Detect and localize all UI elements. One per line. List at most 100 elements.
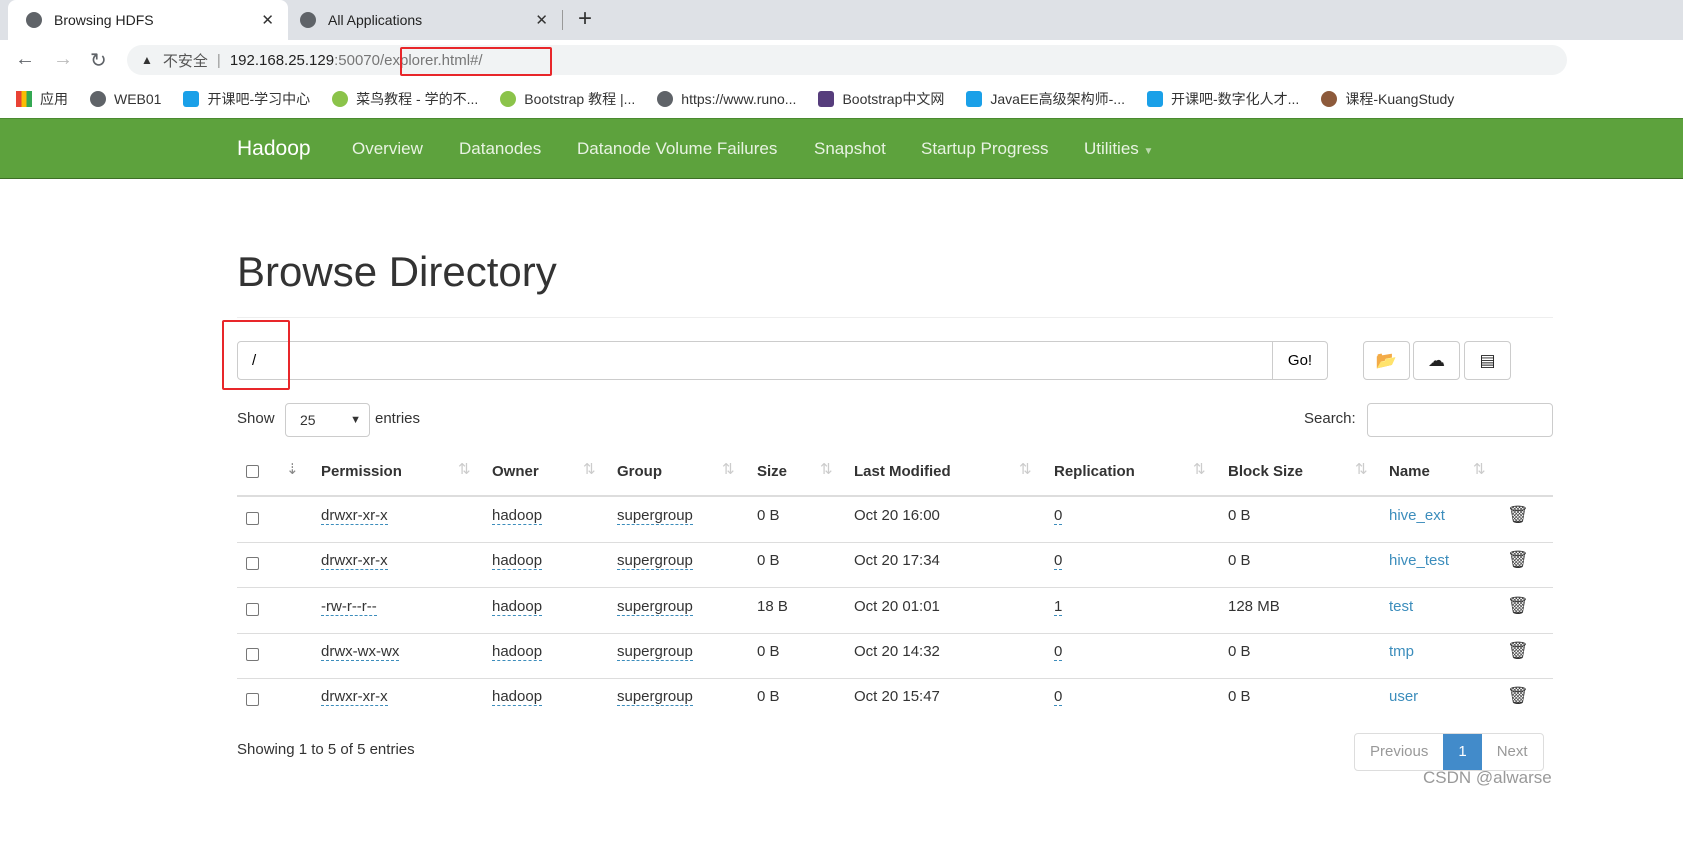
close-tab-icon[interactable]: ✕: [261, 11, 274, 29]
nav-datanodes[interactable]: Datanodes: [459, 119, 541, 179]
sort-icon[interactable]: ⇣: [286, 460, 299, 478]
row-checkbox[interactable]: [246, 512, 259, 525]
cell-group[interactable]: supergroup: [617, 688, 693, 707]
entries-select[interactable]: 25 ▼: [285, 403, 370, 437]
nav-volume-failures[interactable]: Datanode Volume Failures: [577, 119, 777, 179]
cell-owner[interactable]: hadoop: [492, 507, 543, 525]
cell-permission[interactable]: drwx-wx-wx: [321, 643, 400, 661]
tab-browsing-hdfs[interactable]: Browsing HDFS ✕: [8, 0, 288, 40]
cell-group[interactable]: supergroup: [617, 598, 693, 616]
kaikeba-icon: [966, 91, 983, 107]
trash-icon[interactable]: 🗑: [1507, 641, 1529, 661]
trash-icon[interactable]: 🗑: [1507, 596, 1529, 616]
cell-owner[interactable]: hadoop: [492, 643, 543, 661]
cell-name[interactable]: hive_test: [1389, 552, 1449, 569]
bookmark[interactable]: https://www.runo...: [657, 91, 796, 107]
reload-icon[interactable]: ↻: [90, 48, 107, 73]
cell-size: 0 B: [757, 552, 780, 570]
nav-overview[interactable]: Overview: [352, 119, 423, 179]
column-header[interactable]: Permission: [321, 463, 402, 480]
bookmark[interactable]: WEB01: [90, 91, 161, 107]
row-checkbox[interactable]: [246, 557, 259, 571]
cell-permission[interactable]: -rw-r--r--: [321, 598, 377, 616]
sort-icon[interactable]: ⇅: [1193, 460, 1206, 478]
nav-utilities[interactable]: Utilities ▼: [1084, 119, 1153, 179]
create-directory-button[interactable]: 📂: [1363, 341, 1410, 380]
cell-name[interactable]: hive_ext: [1389, 507, 1445, 524]
cell-replication[interactable]: 1: [1054, 598, 1063, 616]
cell-name[interactable]: test: [1389, 598, 1413, 615]
address-bar[interactable]: ▲ 不安全 | 192.168.25.129 :50070 /explorer.…: [127, 45, 1567, 75]
cell-replication[interactable]: 0: [1054, 507, 1063, 525]
brand[interactable]: Hadoop: [237, 119, 311, 179]
cell-block-size: 0 B: [1228, 507, 1251, 524]
upload-button[interactable]: ☁: [1413, 341, 1460, 380]
cell-replication[interactable]: 0: [1054, 643, 1063, 661]
tab-bar: Browsing HDFS ✕ All Applications ✕ +: [0, 0, 1683, 40]
sort-icon[interactable]: ⇅: [458, 460, 471, 478]
forward-icon[interactable]: →: [53, 48, 73, 71]
column-header[interactable]: Name: [1389, 463, 1430, 480]
cell-permission[interactable]: drwxr-xr-x: [321, 688, 388, 707]
sort-icon[interactable]: ⇅: [820, 460, 833, 478]
cell-permission[interactable]: drwxr-xr-x: [321, 552, 388, 571]
search-input[interactable]: [1367, 403, 1553, 437]
cell-last-modified: Oct 20 17:34: [854, 552, 940, 570]
row-checkbox[interactable]: [246, 602, 259, 616]
cut-paste-button[interactable]: ▤: [1464, 341, 1511, 380]
sort-icon[interactable]: ⇅: [1019, 460, 1032, 478]
bookmark[interactable]: 课程-KuangStudy: [1321, 89, 1454, 109]
bookmark-label: WEB01: [114, 91, 162, 107]
sort-icon[interactable]: ⇅: [1355, 460, 1368, 478]
cell-permission[interactable]: drwxr-xr-x: [321, 507, 388, 525]
cell-group[interactable]: supergroup: [617, 552, 693, 571]
cell-name[interactable]: user: [1389, 688, 1418, 705]
cell-replication[interactable]: 0: [1054, 552, 1063, 571]
previous-button[interactable]: Previous: [1355, 734, 1443, 770]
cell-owner[interactable]: hadoop: [492, 598, 543, 616]
row-checkbox[interactable]: [246, 647, 259, 661]
page-1-button[interactable]: 1: [1443, 734, 1482, 770]
cell-owner[interactable]: hadoop: [492, 552, 543, 571]
path-input[interactable]: [237, 341, 1273, 380]
bookmark-label: 菜鸟教程 - 学的不...: [356, 91, 479, 107]
tab-all-applications[interactable]: All Applications ✕: [290, 0, 562, 40]
go-button[interactable]: Go!: [1272, 341, 1328, 380]
sort-icon[interactable]: ⇅: [1473, 460, 1486, 478]
close-tab-icon[interactable]: ✕: [535, 11, 548, 29]
bookmark[interactable]: 开课吧-数字化人才...: [1146, 89, 1299, 109]
trash-icon[interactable]: 🗑: [1507, 505, 1529, 525]
cell-name[interactable]: tmp: [1389, 643, 1414, 660]
trash-icon[interactable]: 🗑: [1507, 550, 1529, 570]
sort-icon[interactable]: ⇅: [722, 460, 735, 478]
column-header[interactable]: Owner: [492, 463, 539, 480]
column-header[interactable]: Last Modified: [854, 463, 951, 480]
search-label: Search:: [1304, 410, 1356, 427]
bookmark[interactable]: Bootstrap 教程 |...: [500, 89, 635, 109]
nav-snapshot[interactable]: Snapshot: [814, 119, 886, 179]
next-button[interactable]: Next: [1482, 734, 1543, 770]
cell-group[interactable]: supergroup: [617, 507, 693, 525]
cell-group[interactable]: supergroup: [617, 643, 693, 661]
bookmark[interactable]: 菜鸟教程 - 学的不...: [332, 89, 478, 109]
apps-grid-icon: [16, 91, 32, 107]
back-icon[interactable]: ←: [15, 48, 35, 71]
bookmark[interactable]: Bootstrap中文网: [818, 89, 944, 109]
sort-icon[interactable]: ⇅: [583, 460, 596, 478]
row-checkbox[interactable]: [246, 693, 259, 707]
bookmark[interactable]: JavaEE高级架构师-...: [966, 89, 1125, 109]
nav-startup-progress[interactable]: Startup Progress: [921, 119, 1049, 179]
select-all-checkbox[interactable]: [246, 465, 259, 478]
column-header[interactable]: Block Size: [1228, 463, 1303, 480]
column-header[interactable]: Size: [757, 463, 787, 480]
table-info: Showing 1 to 5 of 5 entries: [237, 741, 415, 758]
bookmark[interactable]: 开课吧-学习中心: [183, 89, 310, 109]
cell-replication[interactable]: 0: [1054, 688, 1063, 707]
cell-owner[interactable]: hadoop: [492, 688, 543, 707]
trash-icon[interactable]: 🗑: [1507, 686, 1529, 706]
column-header[interactable]: Group: [617, 463, 662, 480]
new-tab-button[interactable]: +: [578, 5, 592, 33]
divider: |: [216, 51, 221, 69]
column-header[interactable]: Replication: [1054, 463, 1135, 480]
bookmark-apps[interactable]: 应用: [16, 89, 68, 109]
